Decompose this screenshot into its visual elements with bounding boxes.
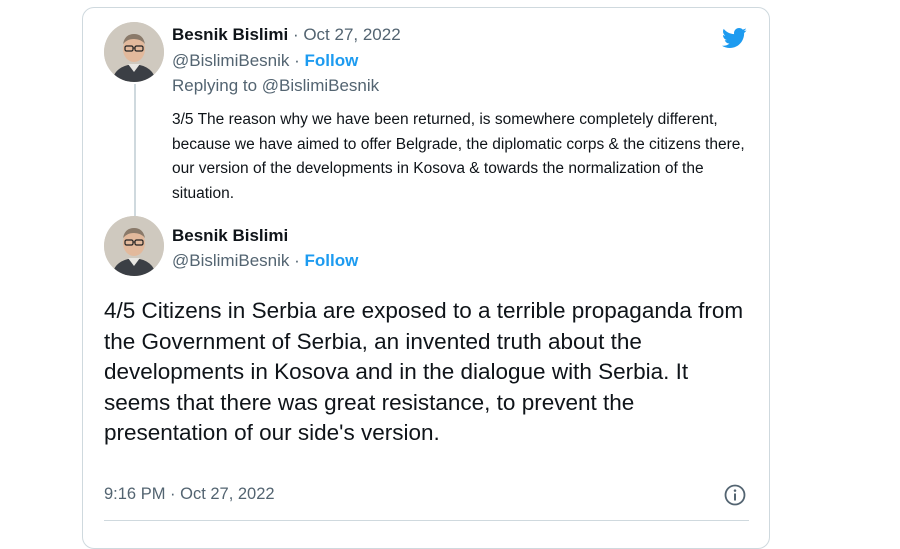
person-photo-icon [104, 216, 164, 276]
twitter-bird-icon[interactable] [719, 25, 749, 51]
thread-connector-line [134, 84, 136, 216]
reply-author-name[interactable]: Besnik Bislimi [172, 25, 288, 44]
reply-author-handle[interactable]: @BislimiBesnik [172, 51, 289, 70]
person-photo-icon [104, 22, 164, 82]
reply-author-line: Besnik Bislimi · Oct 27, 2022 [172, 25, 401, 45]
reply-follow-button[interactable]: Follow [305, 51, 359, 70]
main-handle-line: @BislimiBesnik · Follow [172, 251, 359, 270]
reply-date[interactable]: Oct 27, 2022 [303, 25, 400, 44]
main-author-handle[interactable]: @BislimiBesnik [172, 251, 289, 270]
main-follow-button[interactable]: Follow [305, 251, 359, 270]
reply-tweet-text: 3/5 The reason why we have been returned… [172, 111, 745, 202]
reply-date-separator: · [288, 25, 304, 44]
tweet-timestamp[interactable]: 9:16 PM · Oct 27, 2022 [104, 485, 275, 504]
info-icon[interactable] [723, 483, 747, 507]
tweet-embed-card: Besnik Bislimi · Oct 27, 2022 @BislimiBe… [82, 7, 770, 549]
reply-author-avatar[interactable] [104, 22, 164, 82]
main-author-name[interactable]: Besnik Bislimi [172, 226, 288, 246]
replying-to-label: Replying to @BislimiBesnik [172, 76, 380, 95]
footer-divider [104, 520, 749, 521]
main-tweet-text: 4/5 Citizens in Serbia are exposed to a … [104, 298, 744, 445]
reply-handle-line: @BislimiBesnik · Follow [172, 51, 359, 70]
main-author-avatar[interactable] [104, 216, 164, 276]
